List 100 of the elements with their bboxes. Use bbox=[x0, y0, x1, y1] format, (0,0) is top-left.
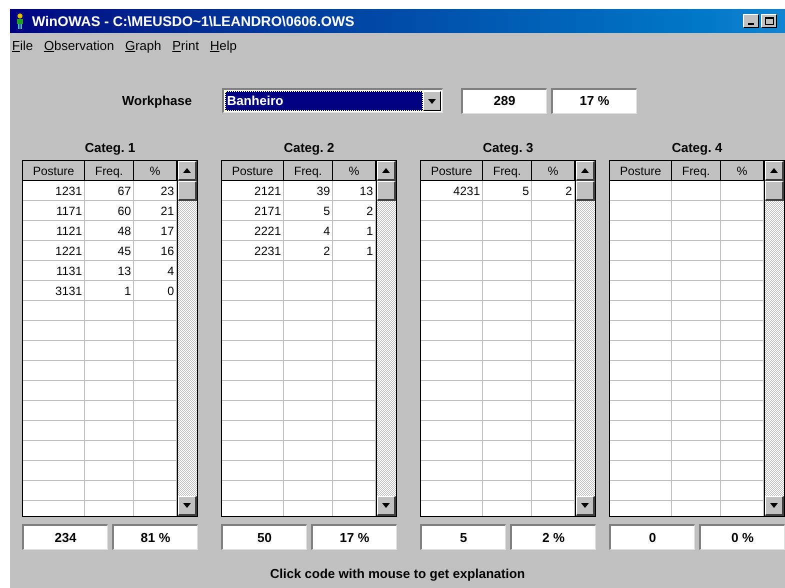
empty-cell bbox=[610, 481, 672, 501]
empty-cell bbox=[23, 461, 85, 481]
menu-item[interactable]: Observation bbox=[44, 36, 114, 56]
column-header[interactable]: % bbox=[134, 161, 177, 181]
empty-cell bbox=[85, 301, 134, 321]
table-cell[interactable]: 67 bbox=[85, 181, 134, 201]
table-cell[interactable]: 1231 bbox=[23, 181, 85, 201]
empty-cell bbox=[421, 281, 483, 301]
status-text: Click code with mouse to get explanation bbox=[270, 565, 525, 583]
empty-cell bbox=[672, 341, 721, 361]
column-header[interactable]: Freq. bbox=[672, 161, 721, 181]
column-header[interactable]: Posture bbox=[23, 161, 85, 181]
empty-cell bbox=[421, 441, 483, 461]
table-cell[interactable]: 45 bbox=[85, 241, 134, 261]
empty-cell bbox=[222, 281, 284, 301]
table-cell[interactable]: 1171 bbox=[23, 201, 85, 221]
table-cell[interactable]: 1221 bbox=[23, 241, 85, 261]
empty-cell bbox=[483, 321, 532, 341]
empty-cell bbox=[284, 421, 333, 441]
table-cell[interactable]: 4231 bbox=[421, 181, 483, 201]
empty-cell bbox=[672, 461, 721, 481]
table-cell[interactable]: 4 bbox=[284, 221, 333, 241]
empty-cell bbox=[421, 481, 483, 501]
table-cell[interactable]: 2221 bbox=[222, 221, 284, 241]
empty-cell bbox=[222, 441, 284, 461]
empty-cell bbox=[610, 361, 672, 381]
scrollbar-thumb[interactable] bbox=[765, 181, 784, 201]
empty-cell bbox=[85, 361, 134, 381]
empty-cell bbox=[23, 481, 85, 501]
scrollbar[interactable] bbox=[177, 161, 197, 516]
empty-cell bbox=[672, 221, 721, 241]
empty-cell bbox=[483, 201, 532, 221]
table-cell[interactable]: 5 bbox=[284, 201, 333, 221]
scrollbar[interactable] bbox=[764, 161, 784, 516]
table-cell[interactable]: 2121 bbox=[222, 181, 284, 201]
column-header[interactable]: Freq. bbox=[483, 161, 532, 181]
category-percent: 2 % bbox=[510, 524, 596, 550]
menu-item[interactable]: Help bbox=[210, 36, 237, 56]
empty-cell bbox=[222, 321, 284, 341]
empty-cell bbox=[284, 441, 333, 461]
menu-item[interactable]: File bbox=[12, 36, 33, 56]
empty-cell bbox=[284, 361, 333, 381]
maximize-button[interactable] bbox=[761, 14, 777, 28]
table-cell[interactable]: 3131 bbox=[23, 281, 85, 301]
table-cell[interactable]: 1121 bbox=[23, 221, 85, 241]
category-total: 50 bbox=[221, 524, 307, 550]
empty-cell bbox=[421, 221, 483, 241]
empty-cell bbox=[85, 381, 134, 401]
empty-cell bbox=[672, 321, 721, 341]
empty-cell bbox=[85, 321, 134, 341]
column-header[interactable]: Freq. bbox=[284, 161, 333, 181]
table-cell[interactable]: 60 bbox=[85, 201, 134, 221]
empty-cell bbox=[23, 361, 85, 381]
empty-cell bbox=[284, 461, 333, 481]
empty-cell bbox=[483, 481, 532, 501]
column-header[interactable]: % bbox=[721, 161, 764, 181]
empty-cell bbox=[222, 261, 284, 281]
scrollbar-thumb[interactable] bbox=[377, 181, 396, 201]
empty-cell bbox=[610, 341, 672, 361]
empty-cell bbox=[610, 301, 672, 321]
column-header[interactable]: % bbox=[333, 161, 376, 181]
scrollbar[interactable] bbox=[575, 161, 595, 516]
column-header[interactable]: Posture bbox=[222, 161, 284, 181]
empty-cell bbox=[85, 341, 134, 361]
scrollbar[interactable] bbox=[376, 161, 396, 516]
up-arrow-icon bbox=[382, 168, 390, 173]
table-cell[interactable]: 1 bbox=[85, 281, 134, 301]
table-cell[interactable]: 1131 bbox=[23, 261, 85, 281]
empty-cell bbox=[23, 321, 85, 341]
empty-cell bbox=[672, 441, 721, 461]
empty-cell bbox=[610, 221, 672, 241]
table-cell[interactable]: 2171 bbox=[222, 201, 284, 221]
workphase-value: Banheiro bbox=[227, 92, 284, 110]
down-arrow-icon bbox=[770, 503, 778, 508]
column-header[interactable]: Posture bbox=[421, 161, 483, 181]
scrollbar-thumb[interactable] bbox=[178, 181, 197, 201]
table-cell[interactable]: 2231 bbox=[222, 241, 284, 261]
empty-cell bbox=[85, 401, 134, 421]
minimize-button[interactable] bbox=[743, 14, 759, 28]
scrollbar-thumb[interactable] bbox=[576, 181, 595, 201]
workphase-dropdown[interactable]: Banheiro bbox=[222, 88, 443, 113]
table-cell[interactable]: 13 bbox=[85, 261, 134, 281]
column-header[interactable]: % bbox=[532, 161, 575, 181]
empty-cell bbox=[85, 481, 134, 501]
table-cell[interactable]: 5 bbox=[483, 181, 532, 201]
empty-cell bbox=[610, 321, 672, 341]
empty-cell bbox=[284, 301, 333, 321]
empty-cell bbox=[483, 361, 532, 381]
table-cell[interactable]: 2 bbox=[284, 241, 333, 261]
table-cell[interactable]: 48 bbox=[85, 221, 134, 241]
table-cell[interactable]: 39 bbox=[284, 181, 333, 201]
down-arrow-icon bbox=[428, 98, 436, 104]
column-header[interactable]: Posture bbox=[610, 161, 672, 181]
menu-item[interactable]: Print bbox=[172, 36, 199, 56]
menu-item[interactable]: Graph bbox=[125, 36, 162, 56]
column-header[interactable]: Freq. bbox=[85, 161, 134, 181]
empty-cell bbox=[483, 401, 532, 421]
empty-cell bbox=[672, 201, 721, 221]
empty-cell bbox=[222, 361, 284, 381]
empty-cell bbox=[610, 281, 672, 301]
